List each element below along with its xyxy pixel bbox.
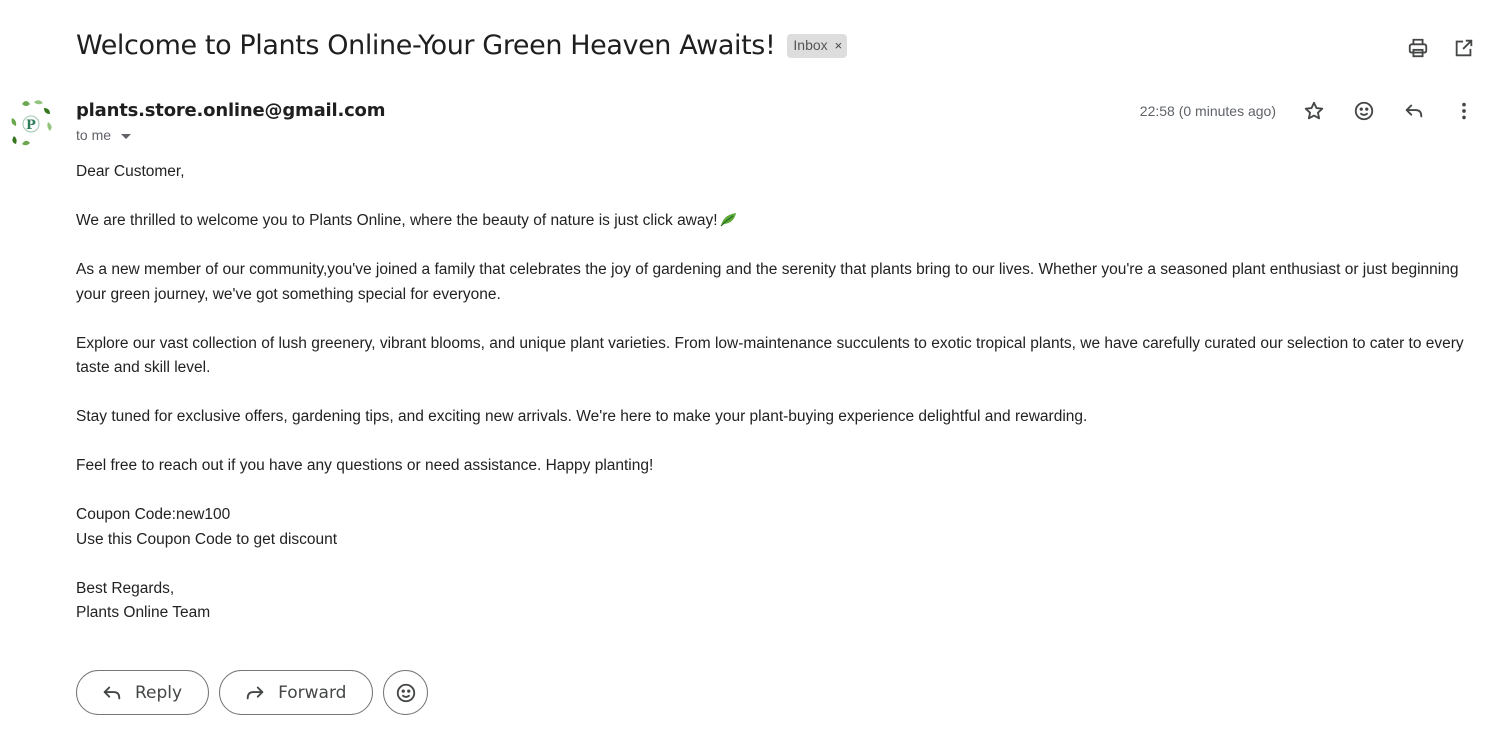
body-paragraph-2: As a new member of our community,you've … bbox=[76, 261, 1459, 303]
sender-email[interactable]: plants.store.online@gmail.com bbox=[76, 100, 385, 121]
inbox-label-text: Inbox bbox=[793, 37, 828, 53]
body-paragraph-1-text: We are thrilled to welcome you to Plants… bbox=[76, 212, 718, 229]
coupon-code: Coupon Code:new100 bbox=[76, 506, 231, 523]
signoff: Best Regards, bbox=[76, 579, 175, 597]
emoji-reaction-button[interactable] bbox=[383, 670, 429, 715]
subject-row: Welcome to Plants Online-Your Green Heav… bbox=[76, 30, 848, 61]
message-timestamp: 22:58 (0 minutes ago) bbox=[1139, 103, 1276, 119]
coupon-block: Coupon Code:new100 Use this Coupon Code … bbox=[76, 503, 1476, 552]
emoji-icon bbox=[396, 683, 416, 702]
email-body: Dear Customer, We are thrilled to welcom… bbox=[76, 160, 1476, 650]
inbox-label-chip[interactable]: Inbox × bbox=[787, 33, 848, 58]
greeting: Dear Customer, bbox=[76, 163, 185, 180]
leaf-emoji-icon bbox=[718, 211, 738, 227]
body-paragraph-5: Feel free to reach out if you have any q… bbox=[76, 457, 654, 474]
print-icon[interactable] bbox=[1406, 36, 1430, 60]
chevron-down-icon[interactable] bbox=[121, 133, 132, 139]
sender-avatar: P bbox=[8, 98, 54, 150]
reply-icon bbox=[103, 686, 121, 699]
reply-button[interactable]: Reply bbox=[76, 670, 210, 715]
forward-icon bbox=[246, 686, 264, 699]
forward-button-label: Forward bbox=[278, 682, 347, 703]
reply-icon[interactable] bbox=[1402, 99, 1426, 123]
svg-text:P: P bbox=[26, 118, 36, 133]
emoji-icon[interactable] bbox=[1352, 99, 1376, 123]
open-in-new-icon[interactable] bbox=[1452, 36, 1476, 60]
reply-button-label: Reply bbox=[135, 682, 183, 703]
remove-label-button[interactable]: × bbox=[835, 38, 843, 53]
body-paragraph-1: We are thrilled to welcome you to Plants… bbox=[76, 209, 1476, 234]
signature: Plants Online Team bbox=[76, 604, 211, 621]
recipient-line: to me bbox=[76, 127, 132, 143]
recipient-label: to me bbox=[76, 127, 112, 143]
reply-actions: Reply Forward bbox=[76, 670, 429, 715]
coupon-hint: Use this Coupon Code to get discount bbox=[76, 530, 338, 548]
star-icon[interactable] bbox=[1302, 99, 1326, 123]
forward-button[interactable]: Forward bbox=[219, 670, 374, 715]
signature-block: Best Regards, Plants Online Team bbox=[76, 577, 1476, 626]
thread-toolbar bbox=[1406, 36, 1476, 60]
body-paragraph-4: Stay tuned for exclusive offers, gardeni… bbox=[76, 408, 1088, 425]
body-paragraph-3: Explore our vast collection of lush gree… bbox=[76, 334, 1464, 377]
message-actions bbox=[1302, 99, 1476, 123]
more-vert-icon[interactable] bbox=[1452, 99, 1476, 123]
email-subject: Welcome to Plants Online-Your Green Heav… bbox=[76, 30, 776, 61]
